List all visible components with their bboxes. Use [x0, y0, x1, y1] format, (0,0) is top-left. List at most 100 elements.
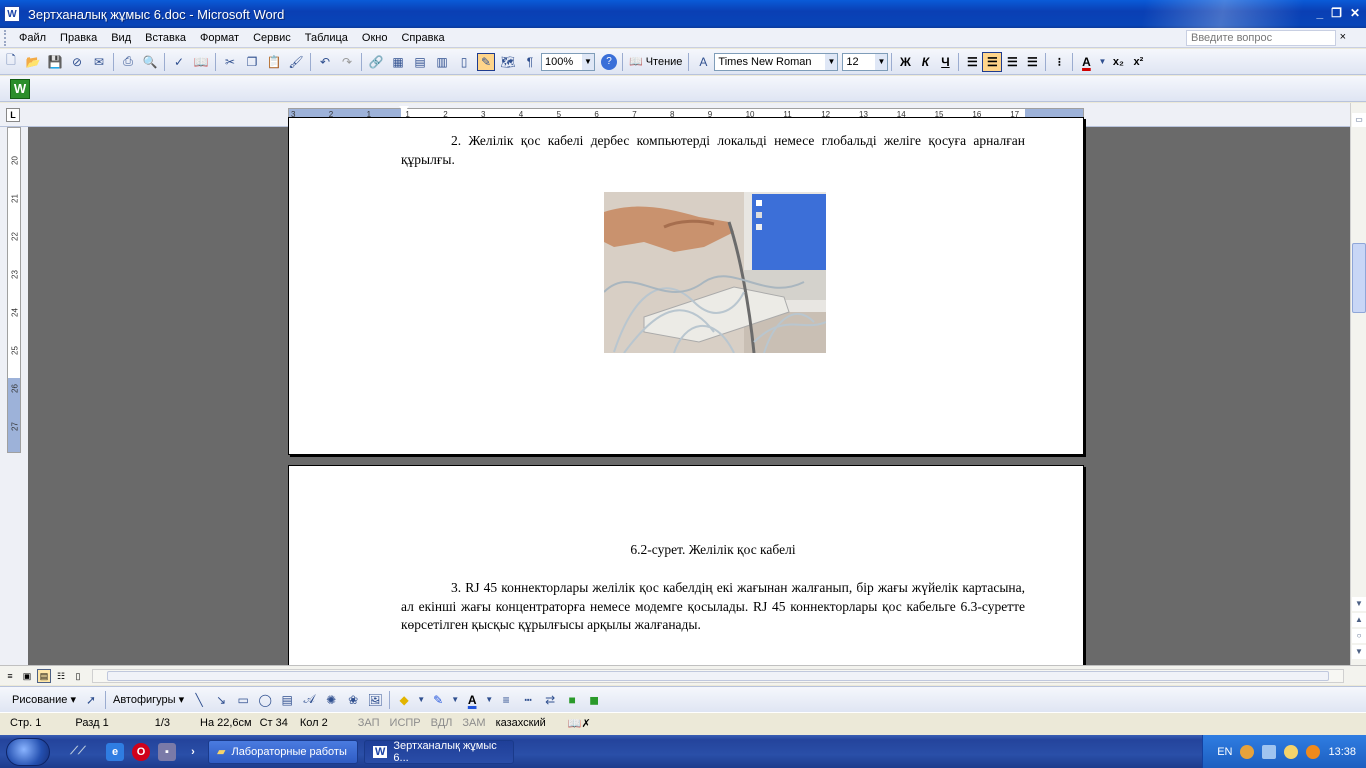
chevron-down-icon[interactable]: ▼: [485, 691, 493, 709]
clipart-icon[interactable]: ❀: [344, 691, 362, 709]
tables-borders-icon[interactable]: ▦: [389, 53, 407, 71]
drawing-icon[interactable]: ✎: [477, 52, 495, 71]
page-1[interactable]: 2. Желілік қос кабелі дербес компьютерді…: [288, 117, 1084, 455]
chevron-right-icon[interactable]: ›: [184, 743, 202, 761]
font-color-icon[interactable]: A: [463, 691, 481, 709]
paste-icon[interactable]: 📋: [265, 53, 283, 71]
language-indicator[interactable]: EN: [1217, 746, 1232, 758]
word-app-icon[interactable]: W: [4, 6, 20, 22]
menu-grip[interactable]: [4, 29, 12, 46]
reading-view-icon[interactable]: ▯: [71, 669, 85, 683]
drawing-menu[interactable]: Рисование ▾: [8, 693, 80, 706]
autoshapes-menu[interactable]: Автофигуры ▾: [109, 693, 188, 706]
hyperlink-icon[interactable]: 🔗: [367, 53, 385, 71]
figure-caption[interactable]: 6.2-сурет. Желілік қос кабелі: [401, 542, 1025, 558]
chevron-down-icon[interactable]: ▼: [417, 691, 425, 709]
ruler-toggle-icon[interactable]: ▭: [1352, 113, 1366, 127]
task-labs-folder[interactable]: ▰ Лабораторные работы: [208, 739, 358, 764]
arrow-icon[interactable]: ↘: [212, 691, 230, 709]
vertical-ruler[interactable]: 20 21 22 23 24 25 26 27: [7, 127, 21, 453]
previous-page-icon[interactable]: ▲: [1352, 613, 1366, 627]
menu-edit[interactable]: Правка: [53, 32, 104, 44]
wordart-icon[interactable]: 𝒜: [300, 691, 318, 709]
font-name-select[interactable]: Times New Roman ▼: [714, 52, 839, 71]
horizontal-scroll-thumb[interactable]: [107, 671, 1329, 681]
subscript-button[interactable]: x₂: [1108, 52, 1128, 72]
align-left-icon[interactable]: ☰: [962, 52, 982, 72]
status-extend[interactable]: ВДЛ: [421, 717, 453, 729]
oval-icon[interactable]: ◯: [256, 691, 274, 709]
save-quicklaunch-icon[interactable]: ▪: [158, 742, 176, 761]
select-browse-object-icon[interactable]: ○: [1352, 629, 1366, 643]
eye-icon[interactable]: [1240, 744, 1255, 759]
text-box-icon[interactable]: ▤: [278, 691, 296, 709]
show-hide-icon[interactable]: ¶: [521, 53, 539, 71]
spelling-status-icon[interactable]: 📖✗: [546, 717, 591, 730]
menu-table[interactable]: Таблица: [298, 32, 355, 44]
internet-explorer-icon[interactable]: e: [106, 742, 124, 761]
opera-icon[interactable]: O: [132, 742, 150, 761]
print-layout-icon[interactable]: ▤: [37, 668, 51, 683]
bold-button[interactable]: Ж: [895, 52, 915, 72]
task-word-document[interactable]: W Зертханалық жұмыс 6...: [364, 739, 514, 764]
undo-icon[interactable]: ↶: [316, 53, 334, 71]
insert-picture-icon[interactable]: 🖼: [366, 691, 384, 709]
menu-format[interactable]: Формат: [193, 32, 246, 44]
status-overtype[interactable]: ЗАМ: [452, 717, 485, 729]
3d-style-icon[interactable]: ◼: [585, 691, 603, 709]
paragraph-3[interactable]: 3. RJ 45 коннекторлары желілік қос кабел…: [401, 579, 1025, 635]
align-center-icon[interactable]: ☰: [982, 51, 1003, 72]
menu-tools[interactable]: Сервис: [246, 32, 298, 44]
fill-color-icon[interactable]: ◆: [395, 691, 413, 709]
font-size-select[interactable]: 12 ▼: [842, 52, 889, 71]
bullets-icon[interactable]: ⁝: [1049, 52, 1069, 72]
permission-icon[interactable]: ⊘: [68, 53, 86, 71]
outline-view-icon[interactable]: ☷: [54, 669, 68, 683]
clock[interactable]: 13:38: [1328, 746, 1356, 758]
status-record[interactable]: ЗАП: [328, 717, 380, 729]
chevron-down-icon[interactable]: ▼: [875, 53, 888, 70]
font-color-button[interactable]: A: [1076, 52, 1096, 72]
menu-insert[interactable]: Вставка: [138, 32, 193, 44]
web-view-icon[interactable]: ▣: [20, 669, 34, 683]
paragraph-2[interactable]: 2. Желілік қос кабелі дербес компьютерді…: [401, 132, 1025, 169]
scroll-thumb[interactable]: [1352, 243, 1366, 313]
underline-button[interactable]: Ч: [935, 52, 955, 72]
status-track-changes[interactable]: ИСПР: [380, 717, 421, 729]
close-document-icon[interactable]: ×: [1340, 31, 1346, 43]
styles-icon[interactable]: A: [694, 53, 712, 71]
format-painter-icon[interactable]: 🖌: [287, 53, 305, 71]
justify-icon[interactable]: ☰: [1022, 52, 1042, 72]
page-2[interactable]: 6.2-сурет. Желілік қос кабелі 3. RJ 45 к…: [288, 465, 1084, 675]
chevron-down-icon[interactable]: ▼: [825, 53, 838, 70]
cut-icon[interactable]: ✂: [221, 53, 239, 71]
zoom-select[interactable]: 100% ▼: [541, 52, 595, 71]
rectangle-icon[interactable]: ▭: [234, 691, 252, 709]
network-cable-photo[interactable]: [604, 192, 826, 353]
shadow-style-icon[interactable]: ■: [563, 691, 581, 709]
word-addin-icon[interactable]: W: [10, 78, 30, 99]
close-button[interactable]: ✕: [1350, 6, 1360, 20]
menu-help[interactable]: Справка: [394, 32, 451, 44]
columns-icon[interactable]: ▯: [455, 53, 473, 71]
insert-table-icon[interactable]: ▤: [411, 53, 429, 71]
scroll-down-icon[interactable]: ▼: [1352, 597, 1366, 611]
print-icon[interactable]: ⎙: [119, 53, 137, 71]
vertical-scrollbar[interactable]: ▭ ▼ ▲ ○ ▼: [1350, 103, 1366, 665]
restore-button[interactable]: ❐: [1331, 6, 1342, 20]
normal-view-icon[interactable]: ≡: [3, 669, 17, 683]
show-desktop-icon[interactable]: ⟋⟋: [58, 743, 98, 761]
minimize-button[interactable]: _: [1316, 6, 1323, 20]
ask-question-input[interactable]: Введите вопрос: [1186, 30, 1336, 46]
menu-file[interactable]: Файл: [12, 32, 53, 44]
diagram-icon[interactable]: ✺: [322, 691, 340, 709]
chevron-down-icon[interactable]: ▼: [1098, 53, 1106, 71]
document-map-icon[interactable]: 🗺: [499, 53, 517, 71]
copy-icon[interactable]: ❐: [243, 53, 261, 71]
new-document-icon[interactable]: 🗋: [2, 53, 20, 71]
arrow-style-icon[interactable]: ⇄: [541, 691, 559, 709]
email-icon[interactable]: ✉: [90, 53, 108, 71]
line-style-icon[interactable]: ≡: [497, 691, 515, 709]
status-language[interactable]: казахский: [486, 717, 546, 729]
align-right-icon[interactable]: ☰: [1002, 52, 1022, 72]
